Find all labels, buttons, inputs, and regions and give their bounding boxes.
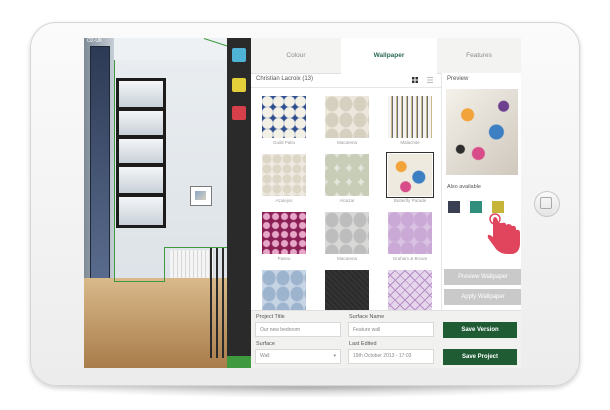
wallpaper-tile[interactable]: Paseo [255,208,313,266]
wallpaper-tile[interactable] [318,266,376,310]
small-painting [190,186,212,206]
also-available-label: Also available [447,184,481,190]
wall-artwork [90,46,110,284]
home-icon [540,197,552,209]
wallpaper-tile[interactable]: Butterfly Parade [381,150,439,208]
surface-swatch-strip [227,38,251,368]
wallpaper-name: Azulejos [275,198,293,203]
wallpaper-thumbnail [388,270,432,310]
wallpaper-thumbnail [262,96,306,138]
preview-column: Preview Also available Preview Wallpaper… [441,73,521,310]
swatch-blue-icon[interactable] [232,48,246,62]
wallpaper-tile[interactable]: Alcazar [318,150,376,208]
swatch-red-icon[interactable] [232,106,246,120]
wallpaper-name: Malachite [400,140,420,145]
wallpaper-name: Macarena [336,140,357,145]
project-title-label: Project Title [256,314,285,320]
wallpaper-grid: Guild Patio Macarena Malachite Azulejos Alca… [251,88,441,310]
surface-label: Surface [256,341,275,347]
wallpaper-tile[interactable]: Malachite [381,92,439,150]
swatch-yellow-icon[interactable] [232,78,246,92]
grid-view-icon[interactable] [411,76,419,84]
strip-handle[interactable] [227,356,251,368]
wallpaper-tile[interactable]: Azulejos [255,150,313,208]
wallpaper-thumbnail [386,152,434,198]
surface-select[interactable]: Wall ▾ [255,349,341,364]
wallpaper-name: Butterfly Parade [393,198,427,203]
chevron-down-icon: ▾ [333,353,336,359]
wallpaper-thumbnail [262,270,306,310]
tap-hand-icon [487,213,520,254]
wallpaper-tile[interactable]: Macarena [318,208,376,266]
wallpaper-tile[interactable]: Guild Patio [255,92,313,150]
wallpaper-name: Guild Patio [272,140,295,145]
list-view-icon[interactable] [426,76,434,84]
status-carrier: O2-UK [87,38,103,44]
status-bar: O2-UK [84,38,521,44]
alt-colourway-swatch[interactable] [492,201,504,213]
collection-title: Christian Lacroix (13) [256,76,314,82]
wallpaper-name: Macarena [336,256,357,261]
wallpaper-thumbnail [262,154,306,196]
surface-select-value: Wall [260,353,270,359]
surface-outline [164,247,232,248]
surface-name-label: Surface Name [349,314,385,320]
last-edited-text: 19th October 2013 - 17:03 [353,353,412,359]
wallpaper-thumbnail [325,212,369,254]
wallpaper-tile[interactable]: Graham & Brown [381,208,439,266]
project-form: Project Title Surface Name Surface Wall … [251,310,521,368]
wallpaper-tile[interactable]: Macarena [318,92,376,150]
wallpaper-thumbnail [262,212,306,254]
room-window [116,78,166,228]
surface-outline [114,60,115,282]
alt-colourway-swatch[interactable] [448,201,460,213]
room-photo[interactable] [84,38,232,368]
save-project-button[interactable]: Save Project [443,349,517,365]
wallpaper-preview-image [446,89,518,175]
last-edited-label: Last Edited [349,341,377,347]
radiator [170,250,214,280]
last-edited-value: 19th October 2013 - 17:03 [348,349,434,364]
alt-colourway-swatch[interactable] [470,201,482,213]
wallpaper-thumbnail [325,154,369,196]
wallpaper-name: Graham & Brown [392,256,428,261]
wallpaper-thumbnail [325,96,369,138]
wallpaper-tile[interactable] [381,266,439,310]
wallpaper-name: Paseo [277,256,291,261]
project-title-input[interactable] [255,322,341,337]
tablet-screen: O2-UK Colour Wallpaper Features Christia… [84,38,521,368]
surface-outline [114,281,164,282]
wallpaper-thumbnail [388,96,432,138]
wallpaper-tile[interactable] [255,266,313,310]
preview-label: Preview [447,76,469,82]
save-version-button[interactable]: Save Version [443,322,517,338]
preview-wallpaper-button[interactable]: Preview Wallpaper [444,269,521,285]
surface-name-input[interactable] [348,322,434,337]
design-panel: Colour Wallpaper Features Christian Lacr… [251,38,521,368]
wallpaper-thumbnail [325,270,369,310]
apply-wallpaper-button[interactable]: Apply Wallpaper [444,289,521,305]
wallpaper-thumbnail [388,212,432,254]
wallpaper-name: Alcazar [339,198,355,203]
collection-header: Christian Lacroix (13) [251,73,441,88]
surface-outline [164,247,165,282]
